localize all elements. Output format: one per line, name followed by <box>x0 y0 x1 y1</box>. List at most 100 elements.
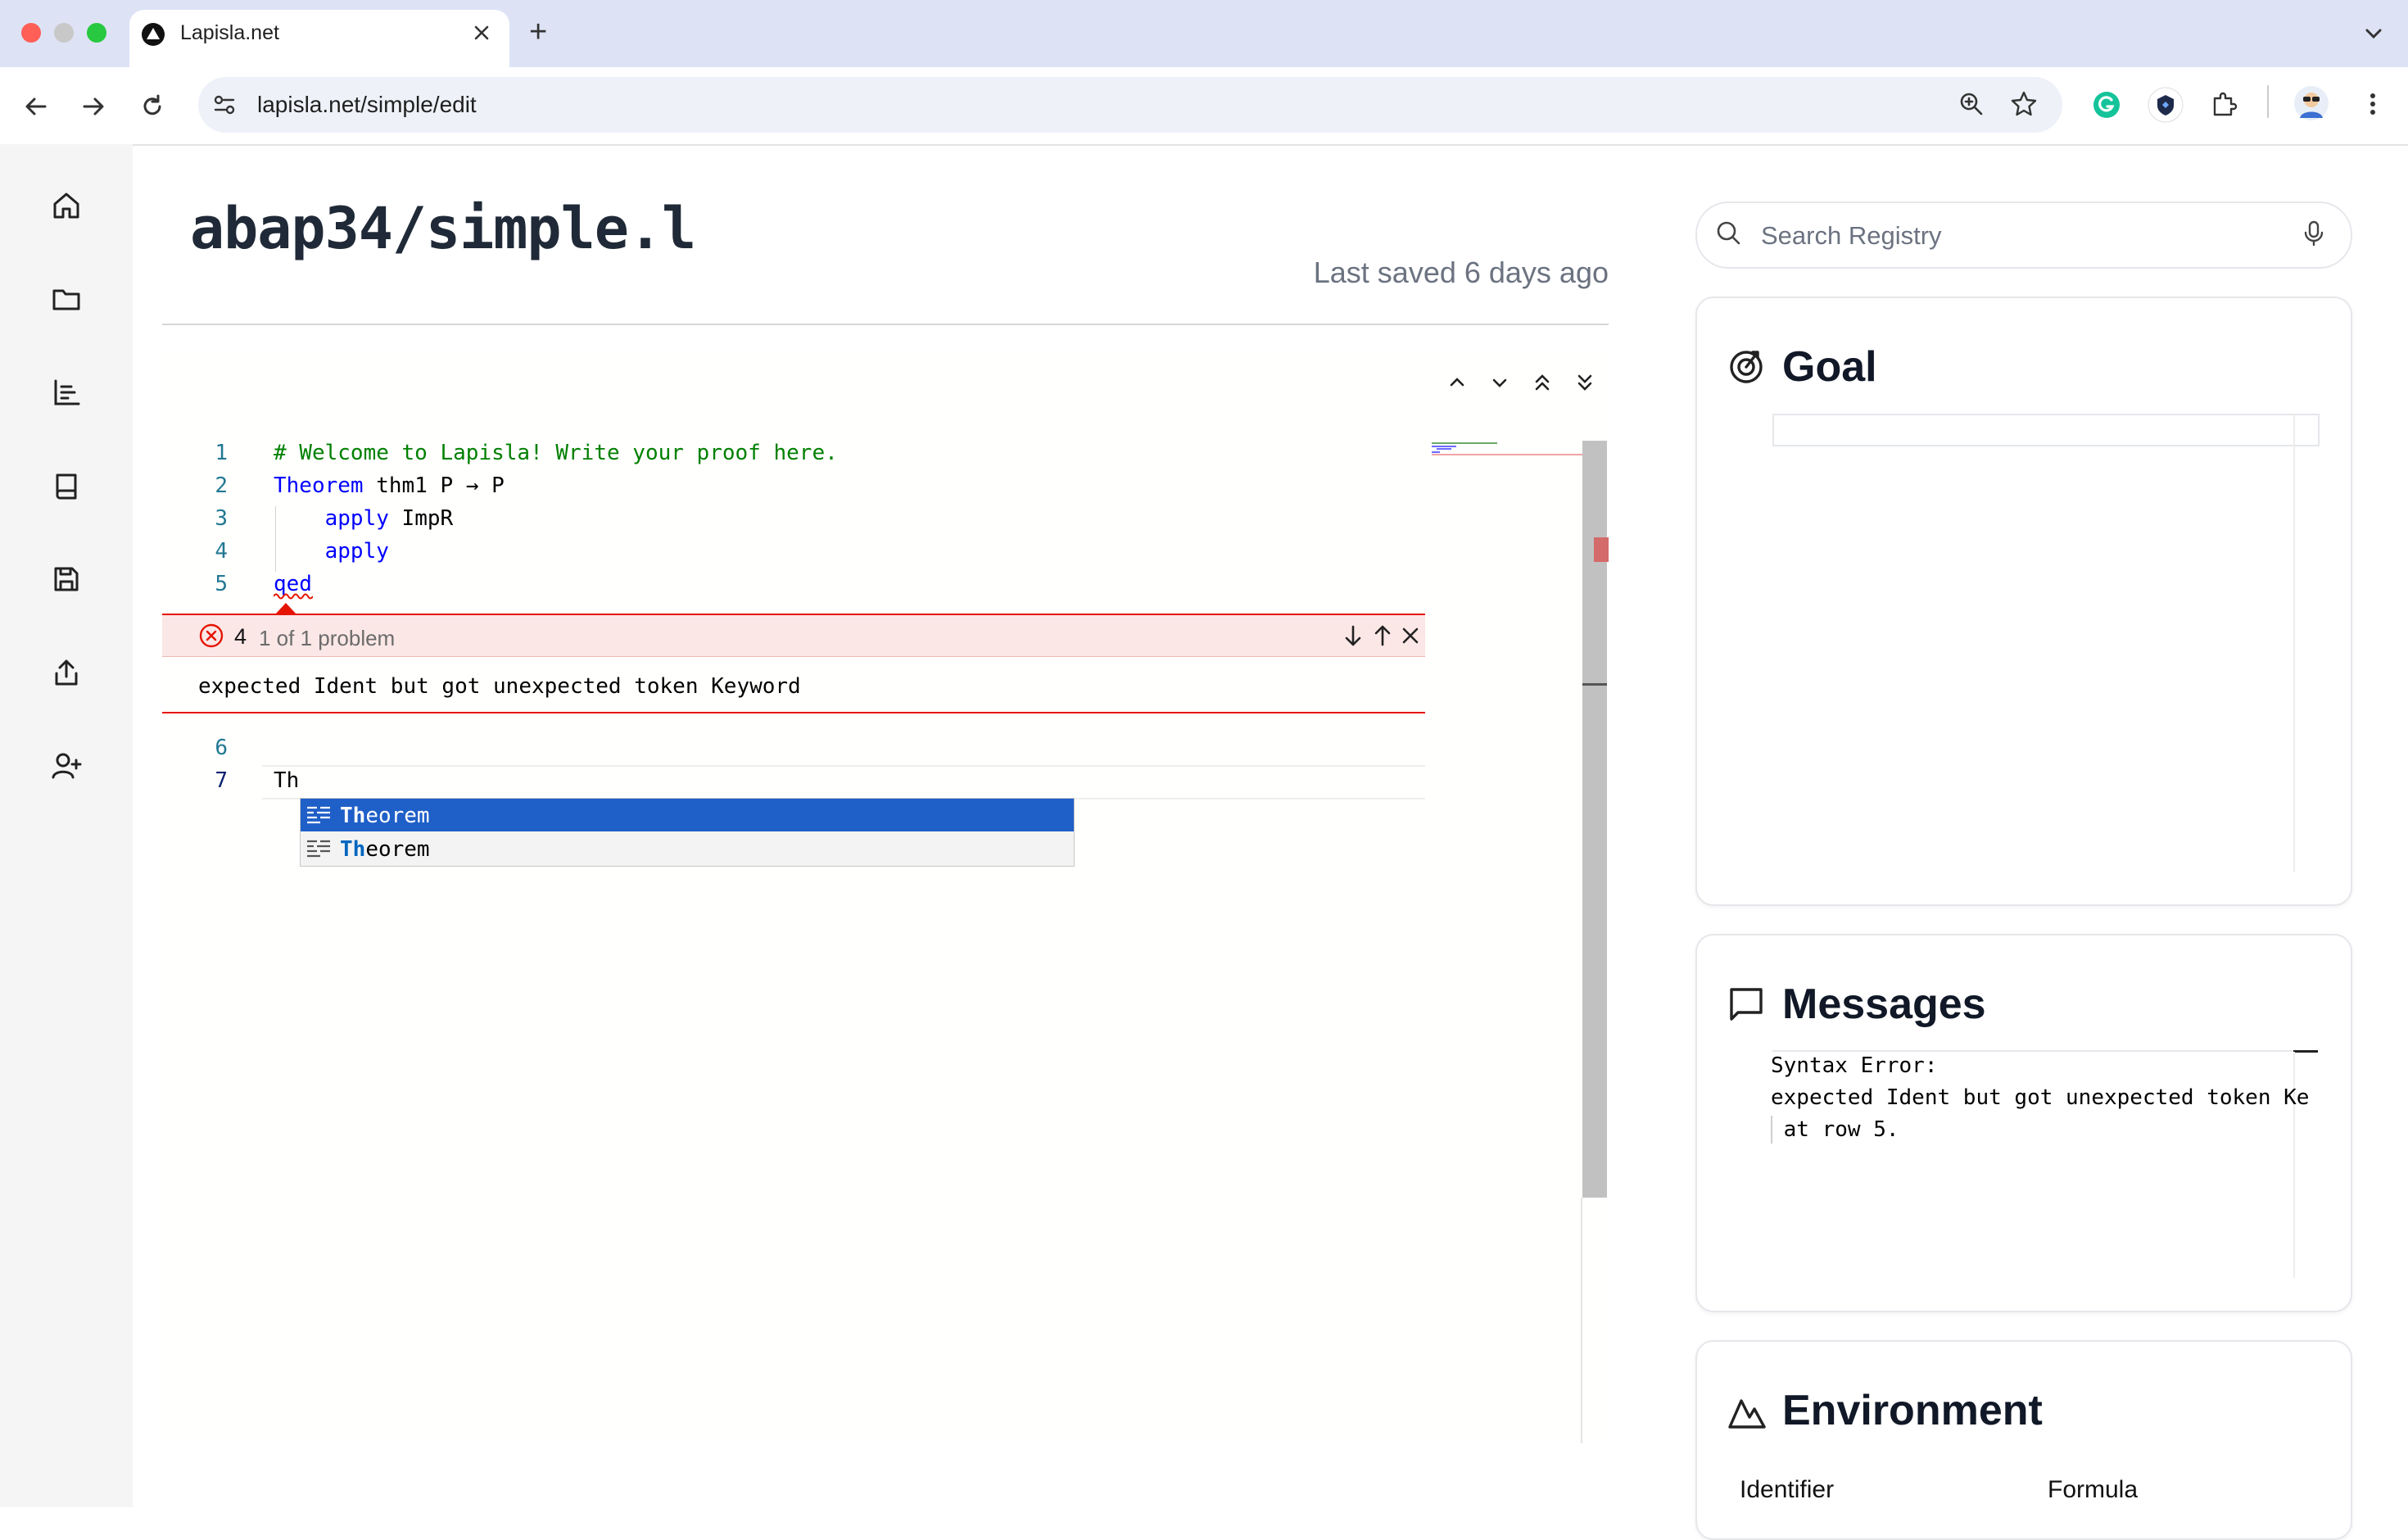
suggestion-rest: eorem <box>365 804 430 828</box>
line-number: 1 <box>215 441 228 465</box>
error-circle-icon <box>198 623 224 649</box>
suggestion-label: Theorem <box>340 804 430 828</box>
microphone-icon[interactable] <box>2300 218 2328 249</box>
suggestion-match: Th <box>340 837 366 862</box>
error-message: expected Ident but got unexpected token … <box>198 674 801 699</box>
lapisla-favicon-icon <box>141 22 165 47</box>
goal-title: Goal <box>1782 343 1877 391</box>
message-line: at row 5. <box>1771 1117 1899 1142</box>
error-zone-separator <box>162 656 1425 657</box>
line-number: 2 <box>215 473 228 498</box>
fold-all-down-icon[interactable] <box>1571 369 1599 396</box>
close-peek-icon[interactable] <box>1397 623 1424 649</box>
header-divider <box>162 324 1609 325</box>
suggestion-item[interactable]: Theorem <box>301 832 1074 865</box>
search-icon <box>1713 218 1745 249</box>
file-title: abap34/simple.l <box>190 195 696 262</box>
text-token: ImpR <box>388 506 454 531</box>
fold-down-icon[interactable] <box>1486 369 1514 396</box>
messages-title: Messages <box>1782 981 1986 1028</box>
new-tab-button[interactable]: + <box>529 16 547 48</box>
tab-title: Lapisla.net <box>180 21 279 44</box>
suggestion-widget[interactable]: Theorem Theorem <box>300 798 1075 867</box>
mountain-icon <box>1727 1393 1768 1432</box>
sidebar-folder-icon[interactable] <box>49 282 84 316</box>
next-problem-icon[interactable] <box>1340 623 1366 649</box>
line-number: 4 <box>215 539 228 564</box>
sidebar-home-icon[interactable] <box>49 188 84 223</box>
line-code[interactable]: apply ImpR <box>274 506 454 531</box>
suggestion-item[interactable]: Theorem <box>301 799 1074 831</box>
profile-avatar[interactable] <box>2293 85 2329 121</box>
fold-all-up-icon[interactable] <box>1528 369 1556 396</box>
shield-extension-icon[interactable] <box>2148 87 2184 123</box>
message-line: expected Ident but got unexpected token … <box>1771 1085 2310 1110</box>
message-bubble-icon <box>1727 985 1766 1024</box>
window-maximize-button[interactable] <box>87 23 106 43</box>
close-tab-icon[interactable] <box>470 21 493 44</box>
keyword-token: Theorem <box>274 473 364 498</box>
environment-title: Environment <box>1782 1387 2043 1434</box>
fold-up-icon[interactable] <box>1443 369 1471 396</box>
scrollbar-error-marker <box>1594 537 1609 562</box>
editor-vertical-rule <box>1581 1198 1582 1443</box>
keyword-token: apply <box>324 506 389 531</box>
back-icon[interactable] <box>20 90 52 123</box>
sidebar-user-plus-icon[interactable] <box>49 749 84 783</box>
site-info-icon[interactable] <box>210 90 239 120</box>
error-pointer <box>275 603 296 614</box>
indent-guide <box>275 539 276 572</box>
tab-search-chevron-icon[interactable] <box>2359 21 2388 46</box>
line-number-6: 6 <box>215 736 228 760</box>
sidebar-list-icon[interactable] <box>49 375 84 410</box>
indent-guide <box>275 506 276 539</box>
line-7-text[interactable]: Th <box>274 768 299 793</box>
browser-menu-icon[interactable] <box>2357 88 2388 120</box>
minimap[interactable] <box>1430 441 1586 465</box>
column-header-formula: Formula <box>2048 1476 2139 1503</box>
address-bar[interactable] <box>198 77 2062 133</box>
zoom-icon[interactable] <box>1956 88 1987 120</box>
error-squiggle <box>274 591 313 600</box>
line-code[interactable]: apply <box>274 539 389 564</box>
window-close-button[interactable] <box>21 23 41 43</box>
code-line[interactable]: 1 # Welcome to Lapisla! Write your proof … <box>162 441 838 465</box>
code-line[interactable]: 2 Theorem thm1 P → P <box>162 473 505 498</box>
environment-card <box>1695 1340 2352 1540</box>
grammarly-extension-icon[interactable] <box>2092 90 2121 120</box>
last-saved-status: Last saved 6 days ago <box>1313 256 1609 289</box>
line-code[interactable]: Theorem thm1 P → P <box>274 473 505 498</box>
sidebar-save-icon[interactable] <box>49 562 84 596</box>
url-text[interactable]: lapisla.net/simple/edit <box>257 92 477 118</box>
text-snippet-icon <box>306 839 332 858</box>
problem-count: 1 of 1 problem <box>259 626 396 650</box>
messages-list: Syntax Error: expected Ident but got une… <box>1769 1050 2318 1148</box>
message-line: Syntax Error: <box>1771 1053 1938 1078</box>
line-number-7: 7 <box>215 768 228 793</box>
column-header-identifier: Identifier <box>1740 1476 1835 1503</box>
keyword-token: apply <box>324 539 389 564</box>
extensions-puzzle-icon[interactable] <box>2208 88 2239 120</box>
bookmark-star-icon[interactable] <box>2008 88 2039 120</box>
window-minimize-button[interactable] <box>54 23 74 43</box>
search-input[interactable]: Search Registry <box>1761 221 1942 251</box>
line-code[interactable]: # Welcome to Lapisla! Write your proof h… <box>274 441 838 465</box>
comment-token: # Welcome to Lapisla! Write your proof h… <box>274 441 838 465</box>
reload-icon[interactable] <box>136 90 169 123</box>
scrollbar-cursor-marker <box>1582 683 1607 686</box>
previous-problem-icon[interactable] <box>1369 623 1396 649</box>
goal-target-icon <box>1727 346 1766 385</box>
code-line[interactable]: 3 apply ImpR <box>162 506 453 531</box>
text-snippet-icon <box>306 805 332 825</box>
suggestion-match: Th <box>340 804 366 828</box>
message-indent-guide <box>1771 1116 1772 1144</box>
line-number: 5 <box>215 572 228 596</box>
forward-icon[interactable] <box>77 90 110 123</box>
sidebar <box>0 144 133 1507</box>
sidebar-book-icon[interactable] <box>49 469 84 503</box>
sidebar-share-icon[interactable] <box>49 655 84 690</box>
url-path: /simple/edit <box>360 92 477 117</box>
suggestion-label: Theorem <box>340 837 430 862</box>
